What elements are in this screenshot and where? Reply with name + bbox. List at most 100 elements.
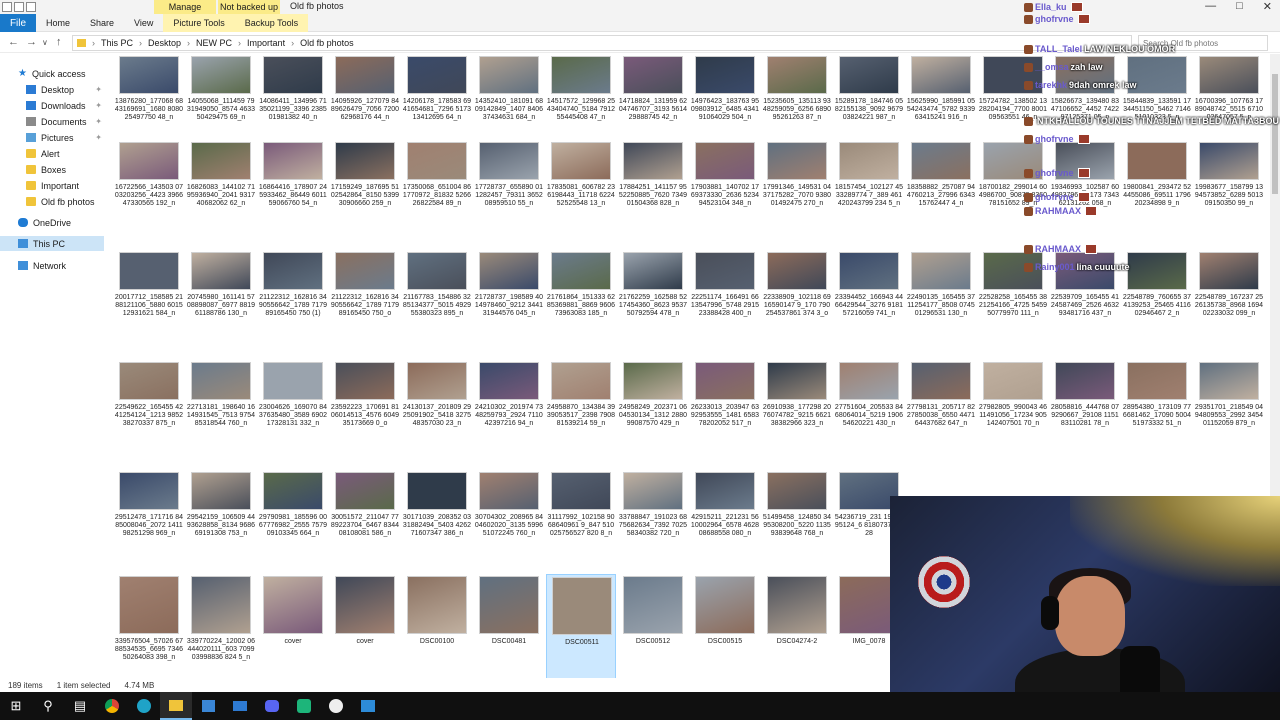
file-item[interactable]: 30704302_208965 8404602020_3135 59965107…	[474, 470, 544, 580]
file-item[interactable]: 17159249_187695 5102542864_8150 53993090…	[330, 140, 400, 250]
file-item[interactable]: 24958249_202371 0604530134_1312 28809908…	[618, 360, 688, 470]
file-item[interactable]: 18700182_299014 604986700_90879 83607815…	[978, 140, 1048, 250]
app-icon[interactable]	[288, 692, 320, 720]
file-item[interactable]: 31117992_102158 9068640961 9_847 5100257…	[546, 470, 616, 580]
file-item[interactable]: 26233013_203947 6392953555_1481 65837820…	[690, 360, 760, 470]
breadcrumb-old-fb-photos[interactable]: Old fb photos	[300, 38, 354, 48]
file-item[interactable]: 22539709_165455 4124587469_2526 46329348…	[1050, 250, 1120, 360]
file-item[interactable]: 22548789_167237 2526135738_8968 16940223…	[1194, 250, 1264, 360]
scroll-thumb[interactable]	[1272, 74, 1278, 194]
file-item[interactable]: DSC00515	[690, 574, 760, 678]
file-item[interactable]: 24210302_201974 7348259793_2924 71104239…	[474, 360, 544, 470]
file-item[interactable]: 33788847_191023 6875682634_7392 70255834…	[618, 470, 688, 580]
ctx-tab-backup[interactable]: Not backed up	[218, 0, 280, 14]
file-item[interactable]: 29790981_185596 0067776982_2555 75790910…	[258, 470, 328, 580]
nav-old-fb-photos[interactable]: Old fb photos	[26, 194, 95, 209]
file-item[interactable]: 21167783_154886 3285134377_5015 49295538…	[402, 250, 472, 360]
file-item[interactable]: 17991346_149531 0437175282_7070 93800149…	[762, 140, 832, 250]
nav-downloads[interactable]: Downloads ✦	[26, 98, 108, 113]
file-item[interactable]: 22713181_198640 1614931545_7513 97548531…	[186, 360, 256, 470]
file-item[interactable]: 17728737_655890 011282457_79311 36520895…	[474, 140, 544, 250]
file-item[interactable]: 29542159_106509 4493628858_8134 96866919…	[186, 470, 256, 580]
tab-picture-tools[interactable]: Picture Tools	[163, 14, 235, 32]
file-explorer-icon[interactable]	[160, 692, 192, 720]
file-item[interactable]: 28058816_444768 079290667_29108 11518311…	[1050, 360, 1120, 470]
file-item[interactable]: 17903881_140702 1769373330_2636 52349452…	[690, 140, 760, 250]
tab-share[interactable]: Share	[80, 14, 124, 32]
file-item[interactable]: 27982805_990043 4611491056_17234 9051424…	[978, 360, 1048, 470]
file-item[interactable]: DSC04274-2	[762, 574, 832, 678]
breadcrumb-important[interactable]: Important	[247, 38, 285, 48]
task-view-icon[interactable]: ▤	[64, 692, 96, 720]
close-icon[interactable]: ✕	[1263, 0, 1272, 13]
file-item[interactable]: 16722566_143503 0703203256_4423 39664733…	[114, 140, 184, 250]
edge-icon[interactable]	[128, 692, 160, 720]
file-item[interactable]: 23004626_169070 8437635480_3589 69021732…	[258, 360, 328, 470]
file-item[interactable]: DSC00481	[474, 574, 544, 678]
file-item[interactable]: 19800841_293472 524455086_69511 17962023…	[1122, 140, 1192, 250]
file-item[interactable]: DSC00512	[618, 574, 688, 678]
file-item[interactable]: 22338909_102118 6916590147 9_170 7902545…	[762, 250, 832, 360]
start-icon[interactable]: ⊞	[0, 692, 32, 720]
file-item[interactable]: 42915211_221231 5610002964_6578 46280868…	[690, 470, 760, 580]
search-icon[interactable]: ⚲	[32, 692, 64, 720]
file-item[interactable]: 339576504_57026 6788534535_6695 73465026…	[114, 574, 184, 678]
nav-network[interactable]: Network	[18, 258, 66, 273]
photos-icon[interactable]	[352, 692, 384, 720]
chrome-icon[interactable]	[96, 692, 128, 720]
nav-desktop[interactable]: Desktop ✦	[26, 82, 108, 97]
file-item[interactable]: 22251174_166491 6613547996_5748 29152338…	[690, 250, 760, 360]
file-item[interactable]: 23592223_170691 8106014513_4576 60493517…	[330, 360, 400, 470]
nav-pictures[interactable]: Pictures ✦	[26, 130, 108, 145]
up-icon[interactable]: ↑	[56, 36, 62, 48]
maximize-icon[interactable]: □	[1236, 0, 1243, 13]
file-item[interactable]: 30051572_211047 7789223704_6467 83440810…	[330, 470, 400, 580]
media-icon[interactable]	[320, 692, 352, 720]
file-item[interactable]: 16864416_178907 245933462_86449 60115906…	[258, 140, 328, 250]
file-item[interactable]: 27798131_205717 8227850038_6550 44716443…	[906, 360, 976, 470]
file-item[interactable]: 20017712_158585 2188121106_5880 60151293…	[114, 250, 184, 360]
nav-alert[interactable]: Alert	[26, 146, 60, 161]
file-item[interactable]: 17350068_651004 861770972_81832 52662682…	[402, 140, 472, 250]
file-item[interactable]: DSC00100	[402, 574, 472, 678]
forward-icon[interactable]: →	[26, 36, 37, 48]
file-item[interactable]: 30171039_208352 0331882494_5403 42627160…	[402, 470, 472, 580]
file-item[interactable]: 16826083_144102 7195936940_2041 93174068…	[186, 140, 256, 250]
file-item[interactable]: 21122312_162816 3490556642_1789 71798916…	[258, 250, 328, 360]
discord-icon[interactable]	[256, 692, 288, 720]
file-item[interactable]: 28954380_173109 776681462_17090 50045197…	[1122, 360, 1192, 470]
file-item[interactable]: cover	[258, 574, 328, 678]
file-item[interactable]: 21761864_151333 6285369881_8869 96067396…	[546, 250, 616, 360]
nav-this-pc[interactable]: This PC	[0, 236, 104, 251]
nav-boxes[interactable]: Boxes	[26, 162, 66, 177]
nav-onedrive[interactable]: OneDrive	[18, 215, 71, 230]
tab-backup-tools[interactable]: Backup Tools	[234, 14, 309, 32]
file-item[interactable]: 19346993_102587 6049837960_5173 73436213…	[1050, 140, 1120, 250]
tab-file[interactable]: File	[0, 14, 36, 32]
file-item[interactable]: 26910938_177298 2076074782_9215 66213838…	[762, 360, 832, 470]
mail-icon[interactable]	[224, 692, 256, 720]
file-item[interactable]: 18358882_257087 944760213_27996 63431576…	[906, 140, 976, 250]
file-item[interactable]: 20745980_161141 5708898087_6977 88196118…	[186, 250, 256, 360]
file-item[interactable]: 24130137_201809 2925091902_5418 32754835…	[402, 360, 472, 470]
file-item[interactable]: 27751604_205533 8468064014_5219 19065462…	[834, 360, 904, 470]
file-item[interactable]: 22490135_165455 3711254177_8508 07450129…	[906, 250, 976, 360]
file-item[interactable]: cover	[330, 574, 400, 678]
file-item[interactable]: 19983677_158799 1394573852_6289 50130915…	[1194, 140, 1264, 250]
ctx-tab-manage[interactable]: Manage	[154, 0, 216, 14]
file-item[interactable]: 21728737_198589 4014978460_9212 34413194…	[474, 250, 544, 360]
search-input[interactable]: Search Old fb photos	[1138, 35, 1268, 51]
check-icon[interactable]	[14, 2, 24, 12]
file-item[interactable]: 29351701_218549 0494809553_2992 34540115…	[1194, 360, 1264, 470]
file-item[interactable]: 23394452_166943 4466429544_3276 91815721…	[834, 250, 904, 360]
nav-quick-access[interactable]: ★ Quick access	[18, 66, 86, 81]
file-item[interactable]: 22528258_165455 3821254166_4725 54595077…	[978, 250, 1048, 360]
file-item[interactable]: 51499458_124850 3495308200_5220 11359383…	[762, 470, 832, 580]
back-icon[interactable]: ←	[8, 36, 19, 48]
nav-documents[interactable]: Documents ✦	[26, 114, 108, 129]
nav-important[interactable]: Important	[26, 178, 79, 193]
folder-icon[interactable]	[26, 2, 36, 12]
file-item[interactable]: 29512478_171716 8485008046_2072 14119825…	[114, 470, 184, 580]
file-item[interactable]: 24958870_134384 3939053517_2398 79088153…	[546, 360, 616, 470]
file-item[interactable]: 17884251_141157 9552250885_7620 73490150…	[618, 140, 688, 250]
